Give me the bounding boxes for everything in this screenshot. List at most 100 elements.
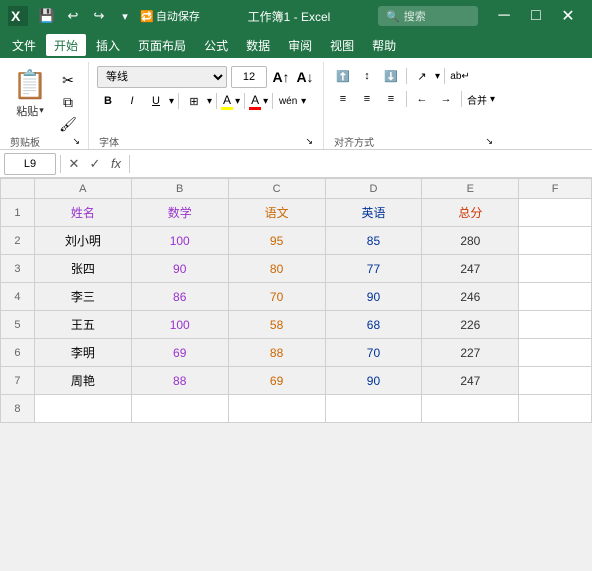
cell-B1[interactable]: 数学	[131, 199, 228, 227]
underline-button[interactable]: U	[145, 91, 167, 111]
menu-pagelayout[interactable]: 页面布局	[130, 34, 194, 56]
formula-cancel-btn[interactable]: ✕	[65, 155, 83, 173]
bold-button[interactable]: B	[97, 91, 119, 111]
menu-view[interactable]: 视图	[322, 34, 362, 56]
cell-F6[interactable]	[519, 339, 592, 367]
close-button[interactable]: ✕	[552, 0, 584, 32]
cell-B8[interactable]	[131, 395, 228, 423]
cell-D5[interactable]: 68	[325, 311, 422, 339]
wrap-text-btn[interactable]: ab↵	[449, 66, 471, 86]
search-box[interactable]: 🔍 搜索	[378, 6, 478, 26]
indent-more-btn[interactable]: →	[435, 89, 457, 109]
font-color-btn[interactable]: A	[249, 93, 261, 110]
format-painter-button[interactable]: 🖌	[54, 114, 82, 134]
redo-button[interactable]: ↪	[88, 5, 110, 27]
italic-button[interactable]: I	[121, 91, 143, 111]
cut-button[interactable]: ✂	[54, 70, 82, 90]
row-num-7[interactable]: 7	[1, 367, 35, 395]
row-num-3[interactable]: 3	[1, 255, 35, 283]
font-size-input[interactable]	[231, 66, 267, 88]
menu-insert[interactable]: 插入	[88, 34, 128, 56]
menu-data[interactable]: 数据	[238, 34, 278, 56]
align-top-btn[interactable]: ⬆️	[332, 66, 354, 86]
formula-input[interactable]	[134, 153, 588, 175]
align-bottom-btn[interactable]: ⬇️	[380, 66, 402, 86]
cell-C8[interactable]	[228, 395, 325, 423]
cell-C3[interactable]: 80	[228, 255, 325, 283]
underline-arrow[interactable]: ▾	[169, 96, 174, 107]
row-num-4[interactable]: 4	[1, 283, 35, 311]
cell-E3[interactable]: 247	[422, 255, 519, 283]
row-num-8[interactable]: 8	[1, 395, 35, 423]
cell-A5[interactable]: 王五	[34, 311, 131, 339]
font-expand[interactable]: ↘	[305, 136, 313, 147]
formula-confirm-btn[interactable]: ✓	[86, 155, 104, 173]
cell-C7[interactable]: 69	[228, 367, 325, 395]
col-header-C[interactable]: C	[228, 179, 325, 199]
align-right-btn[interactable]: ≡	[380, 89, 402, 109]
cell-D2[interactable]: 85	[325, 227, 422, 255]
row-num-1[interactable]: 1	[1, 199, 35, 227]
cell-D8[interactable]	[325, 395, 422, 423]
cell-E1[interactable]: 总分	[422, 199, 519, 227]
cell-B2[interactable]: 100	[131, 227, 228, 255]
cell-C2[interactable]: 95	[228, 227, 325, 255]
strikethrough-arrow[interactable]: ▾	[301, 96, 306, 107]
cell-A3[interactable]: 张四	[34, 255, 131, 283]
font-color-arrow[interactable]: ▾	[263, 96, 268, 107]
cell-A8[interactable]	[34, 395, 131, 423]
undo-button[interactable]: ↩	[62, 5, 84, 27]
cell-F8[interactable]	[519, 395, 592, 423]
cell-F1[interactable]	[519, 199, 592, 227]
cell-B5[interactable]: 100	[131, 311, 228, 339]
cell-B3[interactable]: 90	[131, 255, 228, 283]
fill-arrow[interactable]: ▾	[235, 96, 240, 107]
indent-less-btn[interactable]: ←	[411, 89, 433, 109]
menu-help[interactable]: 帮助	[364, 34, 404, 56]
cell-F7[interactable]	[519, 367, 592, 395]
cell-E7[interactable]: 247	[422, 367, 519, 395]
rotate-text-btn[interactable]: ↗	[411, 66, 433, 86]
cell-D1[interactable]: 英语	[325, 199, 422, 227]
row-num-5[interactable]: 5	[1, 311, 35, 339]
cell-B6[interactable]: 69	[131, 339, 228, 367]
restore-button[interactable]: □	[520, 0, 552, 32]
formula-fx-btn[interactable]: fx	[107, 155, 125, 173]
cell-C5[interactable]: 58	[228, 311, 325, 339]
cell-E5[interactable]: 226	[422, 311, 519, 339]
auto-save-btn[interactable]: 🔁自动保存	[140, 5, 200, 27]
clipboard-expand[interactable]: ↘	[72, 136, 80, 147]
menu-review[interactable]: 审阅	[280, 34, 320, 56]
cell-reference-input[interactable]: L9	[4, 153, 56, 175]
cell-A6[interactable]: 李明	[34, 339, 131, 367]
cell-D4[interactable]: 90	[325, 283, 422, 311]
menu-formula[interactable]: 公式	[196, 34, 236, 56]
cell-E6[interactable]: 227	[422, 339, 519, 367]
cell-E2[interactable]: 280	[422, 227, 519, 255]
merge-btn[interactable]: 合并	[466, 89, 488, 109]
minimize-button[interactable]: ─	[488, 0, 520, 32]
border-button[interactable]: ⊞	[183, 91, 205, 111]
cell-E4[interactable]: 246	[422, 283, 519, 311]
strikethrough-btn[interactable]: wén	[277, 91, 299, 111]
align-middle-btn[interactable]: ↕	[356, 66, 378, 86]
menu-file[interactable]: 文件	[4, 34, 44, 56]
cell-B7[interactable]: 88	[131, 367, 228, 395]
save-button[interactable]: 💾	[36, 5, 58, 27]
merge-arrow[interactable]: ▾	[490, 94, 495, 105]
cell-A1[interactable]: 姓名	[34, 199, 131, 227]
cell-D3[interactable]: 77	[325, 255, 422, 283]
col-header-D[interactable]: D	[325, 179, 422, 199]
cell-B4[interactable]: 86	[131, 283, 228, 311]
align-expand[interactable]: ↘	[485, 136, 493, 147]
cell-A2[interactable]: 刘小明	[34, 227, 131, 255]
align-center-btn[interactable]: ≡	[356, 89, 378, 109]
col-header-A[interactable]: A	[34, 179, 131, 199]
font-increase-btn[interactable]: A↑	[271, 67, 291, 87]
rotate-arrow[interactable]: ▾	[435, 71, 440, 82]
menu-home[interactable]: 开始	[46, 34, 86, 56]
paste-button[interactable]: 📋 粘贴 ▾	[8, 66, 52, 120]
cell-F3[interactable]	[519, 255, 592, 283]
cell-C1[interactable]: 语文	[228, 199, 325, 227]
cell-C6[interactable]: 88	[228, 339, 325, 367]
